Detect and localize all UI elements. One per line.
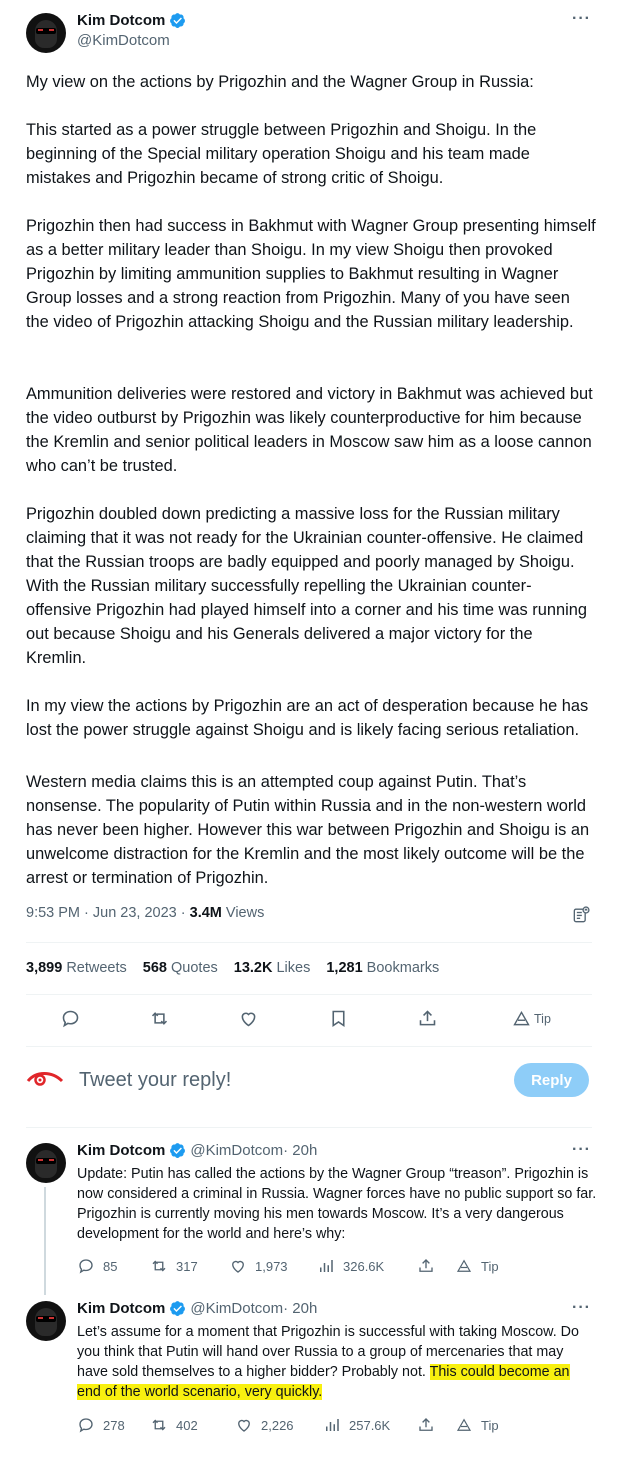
tweet-paragraph-2: This started as a power struggle between…	[26, 121, 541, 187]
likes-stat[interactable]: 13.2K Likes	[234, 960, 311, 976]
reply-button[interactable]: 278	[77, 1416, 125, 1434]
tweet-meta: 9:53 PM · Jun 23, 2023 · 3.4M Views	[26, 905, 264, 921]
avatar[interactable]	[26, 1301, 66, 1341]
views-count: 3.4M	[189, 905, 222, 921]
engagement-stats: 3,899 Retweets 568 Quotes 13.2K Likes 1,…	[26, 960, 455, 976]
tip-label[interactable]: Tip	[534, 1012, 551, 1026]
like-count: 2,226	[261, 1417, 294, 1433]
share-icon	[419, 1418, 433, 1431]
reply-submit-button[interactable]: Reply	[514, 1063, 589, 1097]
heart-icon	[238, 1419, 250, 1432]
reply-input[interactable]: Tweet your reply!	[79, 1069, 231, 1092]
reply-author-handle[interactable]: @KimDotcom	[190, 1300, 283, 1317]
reply-icon	[79, 1259, 93, 1274]
reply-author-name[interactable]: Kim Dotcom	[77, 1142, 165, 1159]
views-bar-chart-icon	[326, 1419, 339, 1431]
reply-author-name[interactable]: Kim Dotcom	[77, 1300, 165, 1317]
share-button[interactable]	[417, 1257, 435, 1275]
tip-icon	[456, 1418, 472, 1431]
tip-button[interactable]: Tip	[455, 1257, 499, 1275]
more-options-icon[interactable]: ···	[572, 1141, 591, 1159]
reply-age[interactable]: · 20h	[283, 1142, 317, 1159]
avatar[interactable]	[26, 1143, 66, 1183]
tweet-paragraph-6: In my view the actions by Prigozhin are …	[26, 697, 593, 739]
retweet-button[interactable]	[146, 1005, 172, 1031]
bookmark-icon	[331, 1010, 345, 1027]
tip-label: Tip	[481, 1417, 499, 1433]
divider	[26, 994, 592, 995]
tip-icon	[512, 1010, 530, 1025]
reply-icon	[79, 1418, 93, 1433]
like-button[interactable]	[235, 1005, 261, 1031]
retweet-button[interactable]: 317	[150, 1257, 198, 1275]
more-options-icon[interactable]: ···	[572, 1299, 591, 1317]
views-count: 257.6K	[349, 1417, 391, 1433]
reply-author-row: Kim Dotcom @KimDotcom · 20h	[77, 1142, 317, 1159]
divider	[26, 942, 592, 943]
share-button[interactable]	[417, 1416, 435, 1434]
divider	[26, 1046, 592, 1047]
tweet-action-bar: Tip	[0, 1005, 619, 1035]
tip-label: Tip	[481, 1258, 499, 1274]
tweet-timestamp[interactable]: 9:53 PM · Jun 23, 2023 ·	[26, 905, 190, 921]
tip-button[interactable]: Tip	[455, 1416, 499, 1434]
tip-icon	[456, 1259, 472, 1272]
reply-age[interactable]: · 20h	[283, 1300, 317, 1317]
retweet-count: 402	[176, 1417, 198, 1433]
share-icon	[419, 1009, 435, 1025]
reply-eye-logo-icon	[26, 1072, 64, 1086]
verified-badge-icon	[170, 1143, 186, 1158]
tweet-paragraph-4: Ammunition deliveries were restored and …	[26, 385, 598, 475]
tip-button[interactable]	[508, 1005, 534, 1031]
views-count: 326.6K	[343, 1258, 385, 1274]
retweets-stat[interactable]: 3,899 Retweets	[26, 960, 127, 976]
avatar[interactable]	[26, 13, 66, 53]
tweet-paragraph-1: My view on the actions by Prigozhin and …	[26, 73, 534, 91]
retweet-count: 317	[176, 1258, 198, 1274]
reply-action-bar: 278 402 2,226 257.6K Tip	[77, 1416, 597, 1436]
like-button[interactable]: 2,226	[235, 1416, 294, 1434]
tweet-paragraph-3: Prigozhin then had success in Bakhmut wi…	[26, 217, 601, 331]
share-button[interactable]	[414, 1005, 440, 1031]
reply-text: Let’s assume for a moment that Prigozhin…	[77, 1322, 597, 1402]
divider	[26, 1127, 592, 1128]
reply-action-bar: 85 317 1,973 326.6K Tip	[77, 1257, 597, 1277]
views-button[interactable]: 257.6K	[323, 1416, 390, 1434]
share-icon	[419, 1259, 433, 1272]
more-options-icon[interactable]: ···	[572, 10, 591, 28]
analytics-icon[interactable]	[571, 905, 591, 925]
reply-icon	[62, 1010, 78, 1027]
verified-badge-icon	[170, 13, 186, 28]
like-count: 1,973	[255, 1258, 288, 1274]
views-bar-chart-icon	[320, 1260, 333, 1272]
heart-icon	[241, 1012, 255, 1026]
reply-text: Update: Putin has called the actions by …	[77, 1166, 597, 1242]
author-name[interactable]: Kim Dotcom	[77, 12, 165, 29]
quotes-stat[interactable]: 568 Quotes	[143, 960, 218, 976]
retweet-icon	[152, 1419, 166, 1431]
views-button[interactable]: 326.6K	[317, 1257, 384, 1275]
reply-author-row: Kim Dotcom @KimDotcom · 20h	[77, 1300, 317, 1317]
author-name-row[interactable]: Kim Dotcom	[77, 12, 186, 29]
author-handle[interactable]: @KimDotcom	[77, 32, 170, 49]
views-label: Views	[221, 905, 265, 921]
reply-button[interactable]: 85	[77, 1257, 117, 1275]
thread-connector	[44, 1187, 46, 1295]
tweet-paragraph-5: Prigozhin doubled down predicting a mass…	[26, 505, 592, 667]
retweet-button[interactable]: 402	[150, 1416, 198, 1434]
heart-icon	[232, 1260, 244, 1273]
reply-author-handle[interactable]: @KimDotcom	[190, 1142, 283, 1159]
tweet-paragraph-7: Western media claims this is an attempte…	[26, 773, 594, 887]
like-button[interactable]: 1,973	[229, 1257, 288, 1275]
retweet-icon	[152, 1260, 166, 1272]
reply-count: 278	[103, 1417, 125, 1433]
retweet-icon	[151, 1011, 167, 1025]
reply-composer: Tweet your reply! Reply	[0, 1055, 619, 1110]
bookmark-button[interactable]	[325, 1005, 351, 1031]
reply-button[interactable]	[57, 1005, 83, 1031]
reply-count: 85	[103, 1258, 118, 1274]
bookmarks-stat[interactable]: 1,281 Bookmarks	[326, 960, 439, 976]
verified-badge-icon	[170, 1301, 186, 1316]
